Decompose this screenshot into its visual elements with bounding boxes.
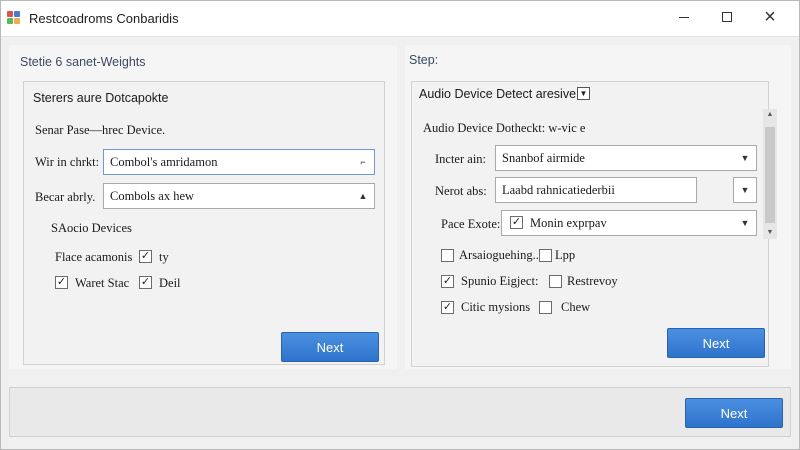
combo-2-value: Combols ax hew [110,189,195,203]
left-subtitle: Senar Pase—hrec Device. [35,123,166,137]
right-check-3a[interactable]: ✓ [441,301,454,314]
close-button[interactable]: × [747,1,793,33]
check-label-1: Flace acamonis [55,250,133,264]
section-label-audio-devices: SAocio Devices [51,221,132,235]
right-check-3b[interactable] [539,301,552,314]
left-panel-heading: Stetie 6 sanet-Weights [20,55,146,69]
right-combo-3-value: Monin exprpav [530,216,607,230]
right-combo-1[interactable]: Snanbof airmide ▼ [495,145,757,171]
right-combo-2-dropdown[interactable]: ▼ [733,177,757,203]
right-group-title: Audio Device Detect aresive [419,87,577,101]
check-label-2: Waret Stac [75,276,130,290]
field-label-1: Wir in chrkt: [35,155,100,169]
right-field-label-3: Pace Exote: [441,217,501,231]
right-panel-heading: Step: [409,53,439,67]
check-after-1: ty [159,250,169,264]
left-group-title: Sterers aure Dotcapokte [33,91,169,105]
check-after-2: Deil [159,276,181,290]
right-scrollbar[interactable]: ▲ ▼ [763,109,777,239]
right-check-after-3: Chew [561,300,591,314]
combo-1-arrow-icon[interactable]: ⌐ [352,150,374,174]
right-field-label-2: Nerot abs: [435,184,487,198]
right-input-2[interactable]: Laabd rahnicatiederbii [495,177,697,203]
right-check-label-3: Citic mysions [461,300,531,314]
minimize-icon [679,16,689,18]
right-next-button[interactable]: Next [667,328,765,358]
combo-1-value: Combol's amridamon [110,155,218,169]
right-combo-3[interactable]: ✓ Monin exprpav ▼ [501,210,757,236]
app-icon [7,11,21,25]
right-check-2b[interactable] [549,275,562,288]
title-bar: Restcoadroms Conbaridis × [1,1,799,37]
right-check-label-1: Arsaioguehing.. [459,248,539,262]
scrollbar-thumb[interactable] [765,127,775,223]
left-next-button[interactable]: Next [281,332,379,362]
right-check-1a[interactable] [441,249,454,262]
left-panel: Stetie 6 sanet-Weights Sterers aure Dotc… [9,45,397,369]
scroll-down-icon[interactable]: ▼ [763,227,777,239]
footer-next-button[interactable]: Next [685,398,783,428]
right-field-label-1: Incter ain: [435,152,487,166]
window-title: Restcoadroms Conbaridis [29,11,179,26]
right-check-1b[interactable] [539,249,552,262]
maximize-icon [722,12,732,22]
right-panel: Step: Audio Device Detect aresive ▼ Audi… [405,45,791,369]
field-label-2: Becar abrly. [35,190,96,204]
checkbox-1[interactable]: ✓ [139,250,152,263]
group-dropdown-icon[interactable]: ▼ [577,87,590,100]
scroll-up-icon[interactable]: ▲ [763,109,777,121]
chevron-down-icon[interactable]: ▼ [734,211,756,235]
right-combo-3-checkbox[interactable]: ✓ [510,216,523,229]
right-check-after-1: Lpp [555,248,576,262]
checkbox-2b[interactable]: ✓ [139,276,152,289]
checkbox-2a[interactable]: ✓ [55,276,68,289]
combo-2-arrow-icon[interactable]: ▲ [352,184,374,208]
right-check-label-2: Spunio Eigject: [461,274,539,288]
app-window: Restcoadroms Conbaridis × Stetie 6 sanet… [0,0,800,450]
maximize-button[interactable] [704,1,750,33]
chevron-down-icon[interactable]: ▼ [734,178,756,202]
minimize-button[interactable] [661,1,707,33]
combo-1[interactable]: Combol's amridamon ⌐ [103,149,375,175]
chevron-down-icon[interactable]: ▼ [734,146,756,170]
close-icon: × [764,5,776,28]
right-combo-1-value: Snanbof airmide [502,151,585,165]
combo-2[interactable]: Combols ax hew ▲ [103,183,375,209]
footer-bar: Next [9,387,791,437]
right-input-2-value: Laabd rahnicatiederbii [502,183,615,197]
right-check-2a[interactable]: ✓ [441,275,454,288]
right-subtitle: Audio Device Dotheckt: w-vic e [423,121,586,135]
right-check-after-2: Restrevoy [567,274,618,288]
